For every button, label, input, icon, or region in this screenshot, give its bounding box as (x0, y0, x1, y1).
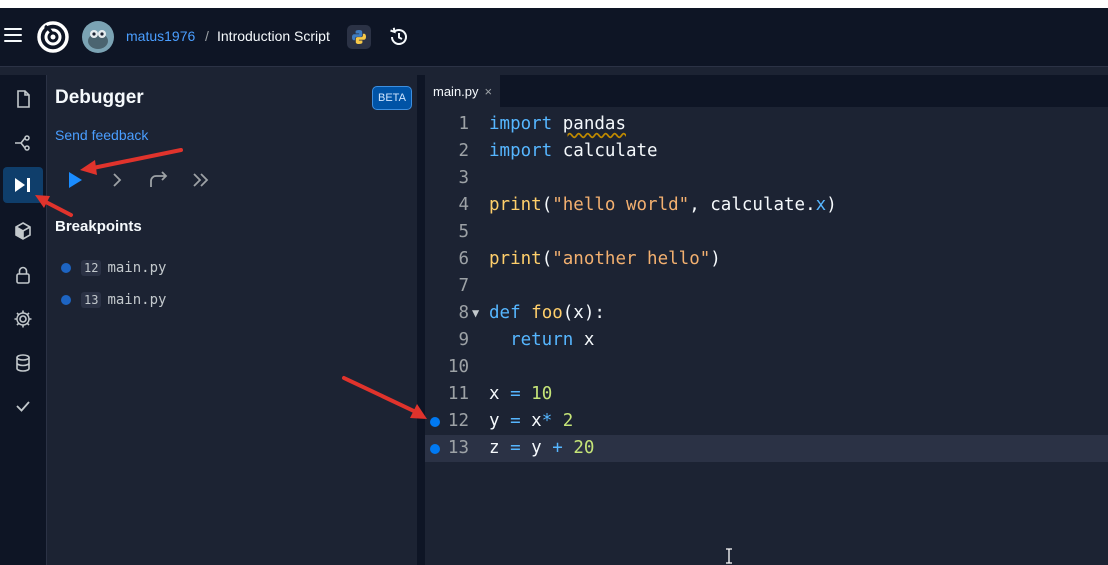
code-lines[interactable]: 1 import pandas 2 import calculate 3 4 print("… (425, 111, 1108, 462)
code-text[interactable]: x = 10 (489, 381, 552, 408)
code-line[interactable]: 11 x = 10 (425, 381, 1108, 408)
code-line[interactable]: 10 (425, 354, 1108, 381)
code-line[interactable]: 12 y = x* 2 (425, 408, 1108, 435)
tab-main-py[interactable]: main.py × (425, 75, 501, 107)
code-text[interactable]: import pandas (489, 111, 626, 138)
database-icon[interactable] (3, 345, 43, 381)
tab-label: main.py (433, 83, 479, 99)
breakpoint-item[interactable]: 12 main.py (61, 258, 166, 278)
breakpoint-line: 12 (81, 260, 102, 276)
line-number[interactable]: 1 (443, 111, 469, 138)
line-number[interactable]: 8 (443, 300, 469, 327)
breakpoint-marker-icon[interactable] (430, 444, 440, 454)
history-icon[interactable] (388, 26, 410, 48)
code-line[interactable]: 8 ▼ def foo(x): (425, 300, 1108, 327)
step-over-icon (150, 171, 168, 187)
files-icon[interactable] (3, 81, 43, 117)
text-cursor-icon (726, 548, 732, 564)
code-line[interactable]: 5 (425, 219, 1108, 246)
code-line[interactable]: 9 return x (425, 327, 1108, 354)
debugger-icon[interactable] (3, 167, 43, 203)
breakpoints-heading: Breakpoints (55, 218, 142, 235)
line-number[interactable]: 12 (443, 408, 469, 435)
line-number[interactable]: 3 (443, 165, 469, 192)
code-text[interactable]: def foo(x): (489, 300, 605, 327)
code-line[interactable]: 2 import calculate (425, 138, 1108, 165)
code-line[interactable]: 4 print("hello world", calculate.x) (425, 192, 1108, 219)
breakpoint-file: main.py (107, 292, 167, 308)
editor-tab-bar: main.py × (425, 75, 1108, 107)
step-over-button[interactable] (146, 167, 172, 193)
step-into-button[interactable] (104, 167, 130, 193)
code-text[interactable]: import calculate (489, 138, 658, 165)
double-chevron-icon (193, 173, 209, 187)
code-line[interactable]: 13 z = y + 20 (425, 435, 1108, 462)
fold-caret-icon[interactable]: ▼ (472, 300, 479, 327)
debugger-panel: Debugger BETA Send feedback Breakpoints … (47, 75, 417, 565)
play-icon (69, 172, 82, 188)
breadcrumb-username[interactable]: matus1976 (126, 28, 195, 44)
checkmark-icon[interactable] (3, 388, 43, 424)
app-header: matus1976 / Introduction Script (0, 8, 1108, 67)
line-number[interactable]: 5 (443, 219, 469, 246)
breakpoint-dot-icon (61, 263, 71, 273)
secrets-icon[interactable] (3, 257, 43, 293)
replit-logo-icon[interactable] (36, 20, 70, 54)
git-icon[interactable] (3, 125, 43, 161)
tool-sidebar (0, 75, 47, 565)
breadcrumb-separator: / (205, 28, 209, 44)
breakpoint-line: 13 (81, 292, 102, 308)
send-feedback-link[interactable]: Send feedback (55, 127, 148, 143)
line-number[interactable]: 2 (443, 138, 469, 165)
chevron-right-icon (113, 173, 122, 187)
panel-title: Debugger (55, 87, 144, 108)
line-number[interactable]: 6 (443, 246, 469, 273)
user-avatar[interactable] (82, 21, 114, 53)
code-editor[interactable]: main.py × 1 import pandas 2 import calculat… (425, 75, 1108, 565)
run-debug-button[interactable] (62, 167, 88, 193)
line-number[interactable]: 7 (443, 273, 469, 300)
code-text[interactable]: y = x* 2 (489, 408, 573, 435)
breadcrumb-repl-title[interactable]: Introduction Script (217, 28, 330, 44)
code-text[interactable]: z = y + 20 (489, 435, 594, 462)
top-strip (0, 0, 1108, 8)
breakpoint-marker-icon[interactable] (430, 417, 440, 427)
close-icon[interactable]: × (485, 84, 493, 99)
settings-icon[interactable] (3, 301, 43, 337)
line-number[interactable]: 11 (443, 381, 469, 408)
packages-icon[interactable] (3, 213, 43, 249)
line-number[interactable]: 10 (443, 354, 469, 381)
code-line[interactable]: 7 (425, 273, 1108, 300)
code-line[interactable]: 1 import pandas (425, 111, 1108, 138)
code-line[interactable]: 6 print("another hello") (425, 246, 1108, 273)
panel-divider[interactable] (417, 75, 425, 565)
code-text[interactable]: print("hello world", calculate.x) (489, 192, 837, 219)
line-number[interactable]: 4 (443, 192, 469, 219)
python-language-icon[interactable] (347, 25, 371, 49)
code-text[interactable]: print("another hello") (489, 246, 721, 273)
beta-badge: BETA (372, 86, 412, 110)
line-number[interactable]: 9 (443, 327, 469, 354)
breakpoint-item[interactable]: 13 main.py (61, 290, 166, 310)
menu-icon[interactable] (4, 28, 22, 42)
breakpoint-file: main.py (107, 260, 167, 276)
code-text[interactable]: return x (489, 327, 594, 354)
code-line[interactable]: 3 (425, 165, 1108, 192)
continue-button[interactable] (188, 167, 214, 193)
line-number[interactable]: 13 (443, 435, 469, 462)
breakpoint-dot-icon (61, 295, 71, 305)
